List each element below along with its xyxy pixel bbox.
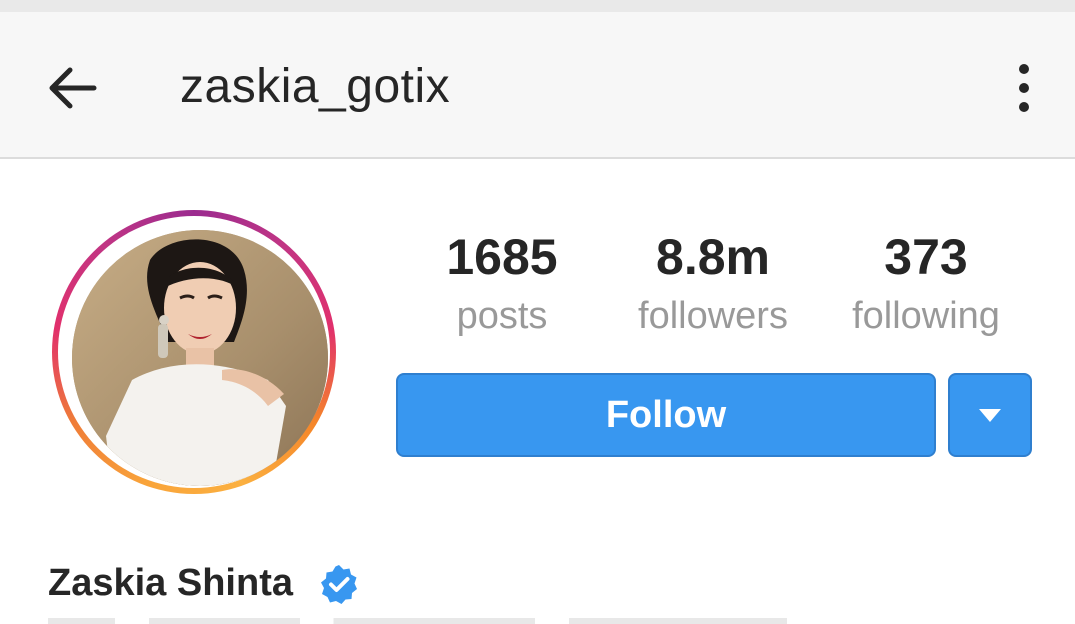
stat-posts[interactable]: 1685 posts bbox=[402, 222, 602, 344]
following-count: 373 bbox=[884, 229, 968, 285]
avatar-photo bbox=[72, 230, 328, 486]
posts-count: 1685 bbox=[446, 229, 558, 285]
more-options-button[interactable] bbox=[998, 52, 1050, 124]
more-vertical-icon bbox=[1019, 64, 1029, 74]
more-vertical-icon-dot bbox=[1019, 102, 1029, 112]
posts-label: posts bbox=[456, 295, 548, 337]
followers-count: 8.8m bbox=[656, 229, 770, 285]
more-vertical-icon-dot bbox=[1019, 83, 1029, 93]
caret-down-icon bbox=[979, 409, 1001, 422]
status-bar bbox=[0, 0, 1075, 12]
bio-text-peek bbox=[48, 618, 888, 624]
verified-badge-icon bbox=[321, 565, 357, 604]
suggested-dropdown-button[interactable] bbox=[948, 373, 1032, 457]
profile-username: zaskia_gotix bbox=[180, 60, 451, 113]
stat-following[interactable]: 373 following bbox=[826, 222, 1026, 344]
back-button[interactable] bbox=[36, 52, 108, 124]
story-ring[interactable] bbox=[52, 210, 336, 494]
stat-followers[interactable]: 8.8m followers bbox=[613, 222, 813, 344]
top-app-bar: zaskia_gotix bbox=[0, 12, 1075, 159]
profile-full-name: Zaskia Shinta bbox=[48, 562, 293, 604]
followers-label: followers bbox=[638, 295, 788, 337]
profile-avatar bbox=[72, 230, 328, 486]
following-label: following bbox=[852, 295, 1000, 337]
profile-screen: zaskia_gotix 1685 posts 8.8m followers 3… bbox=[0, 0, 1075, 624]
arrow-left-icon bbox=[49, 67, 97, 109]
follow-button[interactable]: Follow bbox=[396, 373, 936, 457]
avatar-gap bbox=[58, 216, 330, 488]
